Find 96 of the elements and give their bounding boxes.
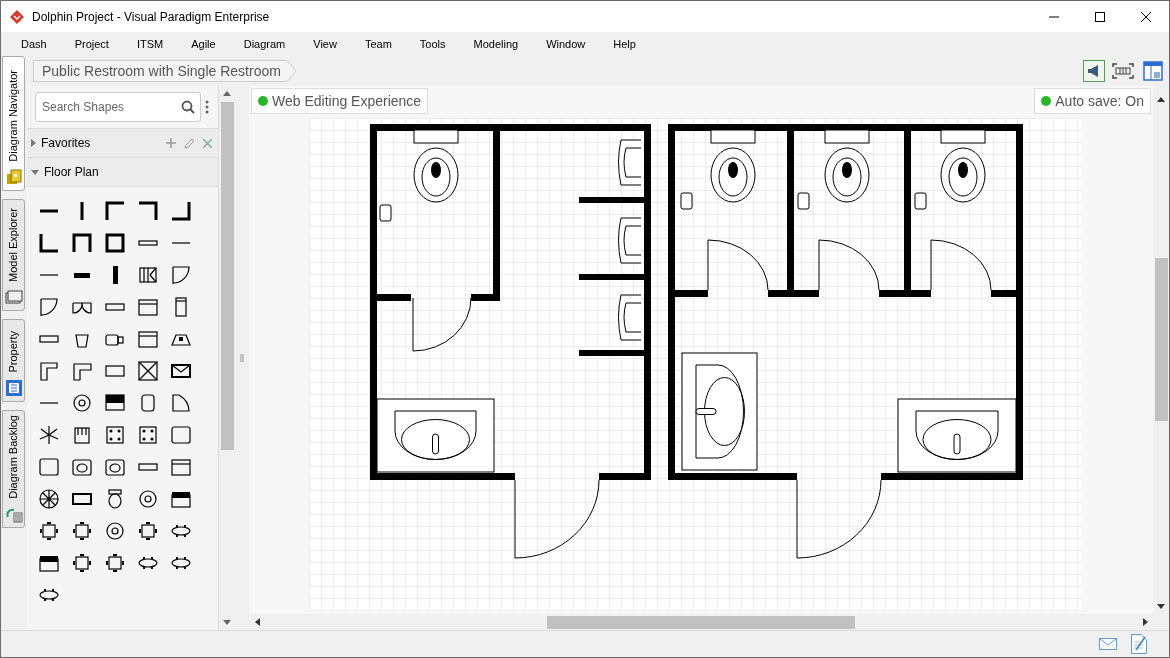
toilet-paper-drawing xyxy=(914,192,927,210)
cards-icon xyxy=(4,288,23,306)
folder-icon xyxy=(4,168,23,186)
mail-icon[interactable] xyxy=(1099,638,1117,650)
menu-item[interactable]: Team xyxy=(364,35,392,53)
app-logo-icon xyxy=(10,9,24,24)
menu-item[interactable]: Tools xyxy=(419,35,446,53)
door-swing-drawing xyxy=(412,297,472,352)
wall-corner-icon xyxy=(136,201,160,221)
room-icon xyxy=(103,233,127,253)
menu-item[interactable]: Dash xyxy=(21,35,47,53)
scroll-up-icon[interactable] xyxy=(223,90,231,96)
menu-item[interactable]: Window xyxy=(546,35,586,53)
stove-icon xyxy=(103,425,127,445)
window-title: Dolphin Project - Visual Paradigm Enterprise xyxy=(32,8,270,26)
scrollbar-thumb[interactable] xyxy=(547,615,855,629)
splitter-handle-icon[interactable] xyxy=(240,354,244,362)
sink-icon xyxy=(70,457,94,477)
dining-table-icon xyxy=(37,521,61,541)
cabinet-icon xyxy=(136,329,160,349)
side-tab[interactable]: Diagram Navigator xyxy=(2,56,25,191)
crossed-box-icon xyxy=(136,361,160,381)
scroll-right-icon[interactable] xyxy=(1143,618,1149,626)
toilet-paper-drawing xyxy=(379,204,392,222)
dining-table-icon xyxy=(70,553,94,573)
scroll-left-icon[interactable] xyxy=(254,618,260,626)
panel-layout-button[interactable] xyxy=(1141,60,1165,82)
more-options-icon[interactable] xyxy=(205,100,209,114)
urinal-drawing xyxy=(618,217,642,264)
cabinet-icon xyxy=(136,297,160,317)
door-swing-drawing xyxy=(930,239,992,291)
printer-icon xyxy=(169,489,193,509)
door-icon xyxy=(169,265,193,285)
scroll-up-icon[interactable] xyxy=(1157,96,1165,102)
side-tab[interactable]: Diagram Backlog xyxy=(2,410,25,528)
palette-group-header[interactable]: Floor Plan xyxy=(27,157,218,186)
wheel-icon xyxy=(37,489,61,509)
stove-icon xyxy=(136,425,160,445)
scrollbar-thumb[interactable] xyxy=(220,102,234,450)
caret-right-icon xyxy=(31,139,36,147)
l-shape-icon xyxy=(70,361,94,381)
close-icon xyxy=(1141,11,1151,22)
side-tab[interactable]: Property xyxy=(2,319,25,402)
caret-down-icon xyxy=(31,169,39,175)
square-furniture-icon xyxy=(37,457,61,477)
round-table-icon xyxy=(70,393,94,413)
side-tab[interactable]: Model Explorer xyxy=(2,199,25,311)
menu-item[interactable]: Diagram xyxy=(243,35,286,53)
menu-item[interactable]: ITSM xyxy=(136,35,164,53)
toilet-paper-drawing xyxy=(680,192,693,210)
menu-item[interactable]: View xyxy=(313,35,337,53)
fit-screen-button[interactable] xyxy=(1111,60,1135,82)
breadcrumb-arrow-icon xyxy=(286,60,297,82)
window-icon xyxy=(138,240,158,246)
maximize-icon xyxy=(1095,11,1105,22)
menu-item[interactable]: Project xyxy=(74,35,109,53)
status-dot-icon xyxy=(1041,96,1052,106)
status-text: Web Editing Experience xyxy=(272,91,422,111)
cabinet-icon xyxy=(169,457,193,477)
status-dot-icon xyxy=(258,96,268,106)
window-icon xyxy=(74,272,90,278)
scroll-down-icon[interactable] xyxy=(223,620,231,626)
dining-table-icon xyxy=(103,553,127,573)
wall-icon xyxy=(80,202,84,220)
wall-icon xyxy=(70,233,94,253)
search-field[interactable]: Search Shapes xyxy=(35,92,201,122)
menu-item[interactable]: Help xyxy=(613,35,636,53)
square-furniture-icon xyxy=(169,425,193,445)
wall-corner-icon xyxy=(37,233,61,253)
urinal-drawing xyxy=(618,294,642,341)
wall-corner-icon xyxy=(103,201,127,221)
wall-icon xyxy=(40,209,58,213)
note-icon[interactable] xyxy=(1131,634,1147,654)
window-icon xyxy=(112,266,118,284)
round-table-icon xyxy=(103,521,127,541)
diagram-canvas[interactable]: Web Editing Experience Auto save: On xyxy=(249,86,1153,614)
toilet-paper-drawing xyxy=(797,192,810,210)
status-text: Auto save: On xyxy=(1055,91,1144,111)
printer-icon xyxy=(37,553,61,573)
envelope-icon xyxy=(169,361,193,381)
door-swing-drawing xyxy=(707,239,769,291)
scrollbar-thumb[interactable] xyxy=(1154,258,1168,421)
round-table-icon xyxy=(136,489,160,509)
dining-table-icon xyxy=(136,521,160,541)
urinal-drawing xyxy=(618,139,642,186)
door-swing-drawing xyxy=(818,239,880,291)
search-icon xyxy=(181,100,195,114)
scroll-down-icon[interactable] xyxy=(1157,604,1165,610)
menu-item[interactable]: Modeling xyxy=(473,35,519,53)
door-icon xyxy=(37,297,61,317)
megaphone-button[interactable] xyxy=(1083,60,1105,82)
dining-table-icon xyxy=(70,521,94,541)
sink-icon xyxy=(103,457,127,477)
properties-icon xyxy=(4,379,23,397)
menu-item[interactable]: Agile xyxy=(191,35,216,53)
wall-corner-icon xyxy=(169,201,193,221)
